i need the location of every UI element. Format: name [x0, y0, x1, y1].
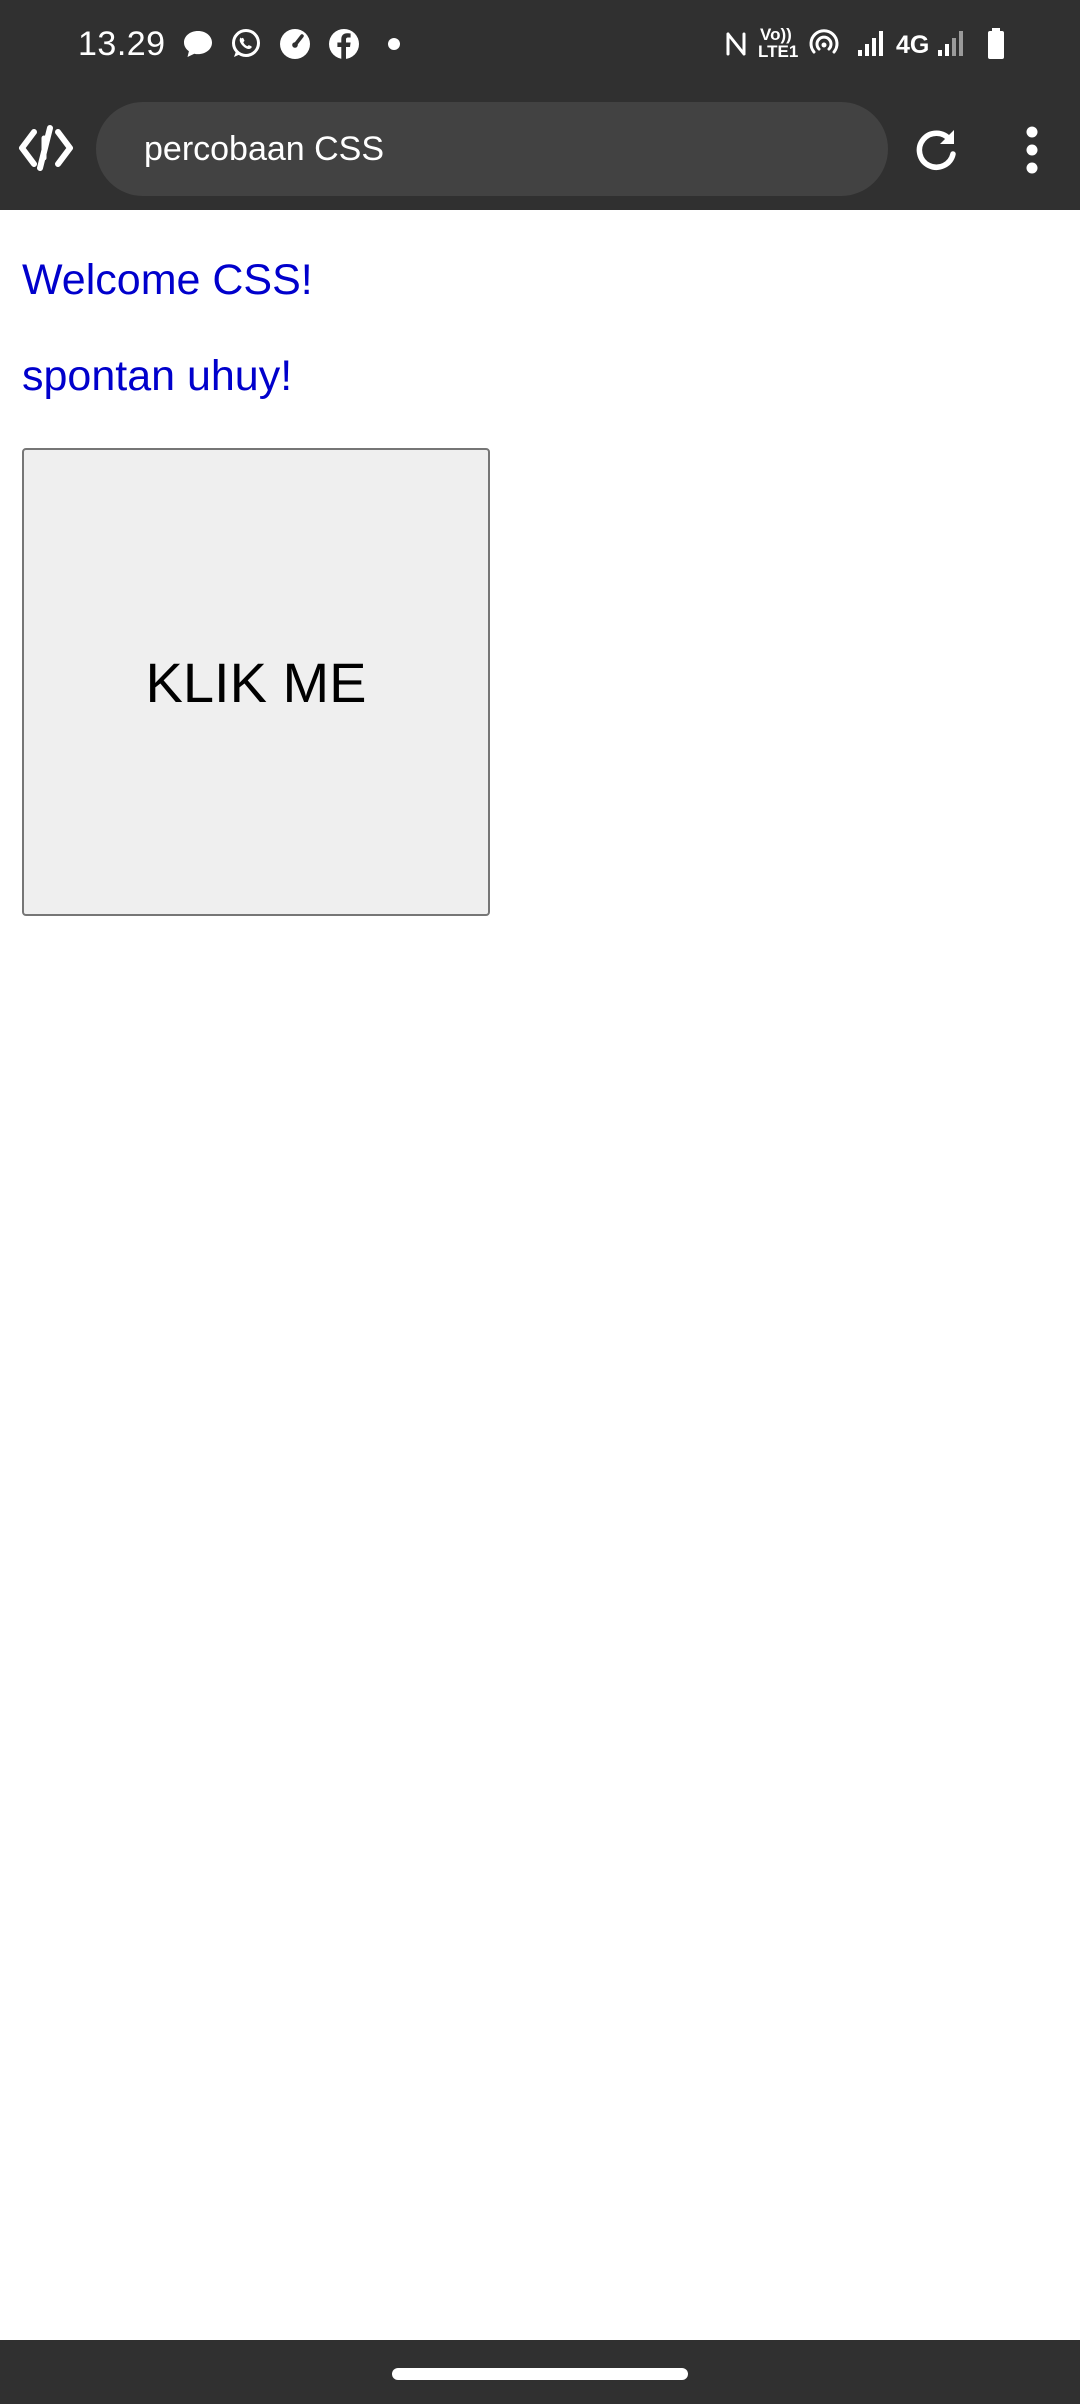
signal-icon-2 [934, 26, 970, 62]
welcome-heading: Welcome CSS! [22, 256, 313, 304]
message-icon [180, 26, 216, 62]
navigation-bar [0, 2340, 1080, 2404]
status-time: 13.29 [78, 25, 166, 63]
volte-icon: Vo)) LTE1 [758, 25, 799, 61]
hotspot-icon [806, 26, 842, 62]
klik-me-button[interactable]: KLIK ME [22, 448, 490, 916]
more-vertical-icon[interactable] [1010, 124, 1054, 176]
reload-icon[interactable] [910, 124, 962, 176]
network-type-label: 4G [896, 31, 930, 59]
web-page-content: Welcome CSS! spontan uhuy! KLIK ME [0, 210, 1080, 2340]
signal-icon [854, 26, 890, 62]
speedometer-icon [277, 26, 313, 62]
whatsapp-icon [228, 26, 264, 62]
facebook-icon [326, 26, 362, 62]
status-bar: 13.29 Vo)) LTE1 4G [0, 0, 1080, 88]
dot-icon [376, 26, 412, 62]
nfc-icon [718, 26, 754, 62]
code-logo-icon[interactable] [18, 124, 74, 172]
page-title: percobaan CSS [144, 130, 385, 168]
browser-toolbar: percobaan CSS [0, 88, 1080, 210]
phone-screen: 13.29 Vo)) LTE1 4G percobaan CSS Welcome… [0, 0, 1080, 2404]
battery-icon [978, 26, 1014, 62]
spontan-heading: spontan uhuy! [22, 352, 293, 400]
home-gesture-handle[interactable] [392, 2368, 688, 2380]
address-bar[interactable]: percobaan CSS [96, 102, 888, 196]
